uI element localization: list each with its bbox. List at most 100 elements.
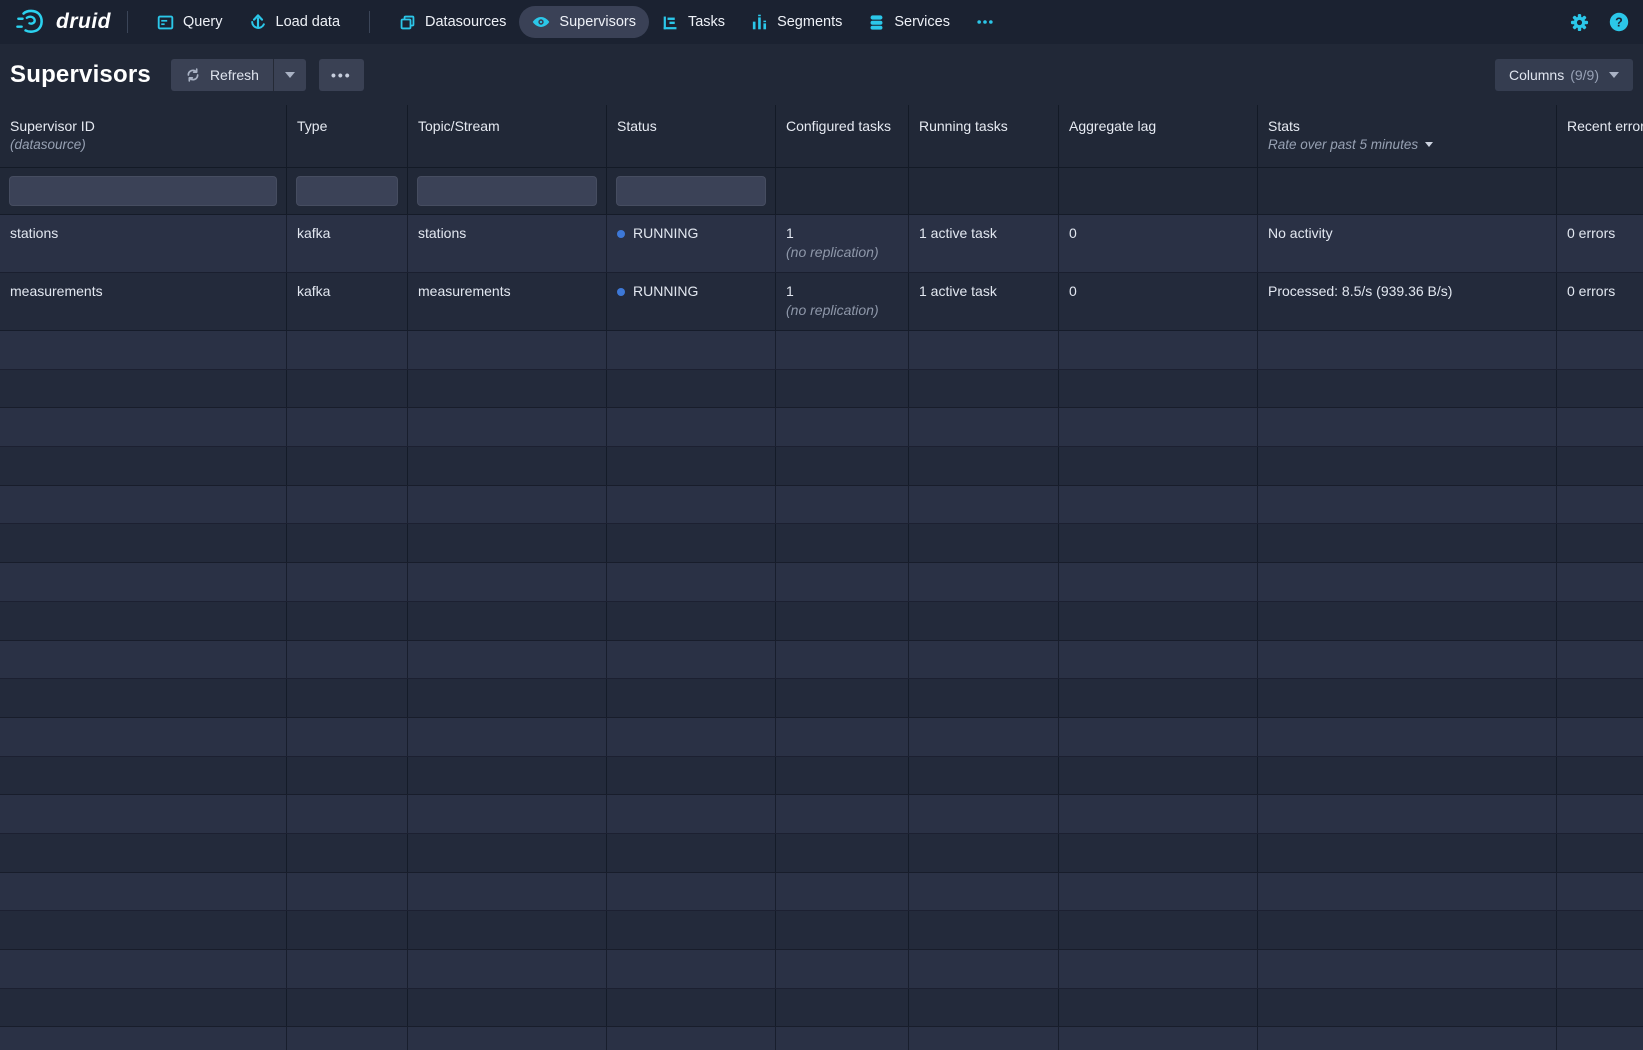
- help-button[interactable]: ?: [1609, 12, 1629, 32]
- column-header-running-tasks[interactable]: Running tasks: [909, 105, 1059, 167]
- column-header-recent-errors[interactable]: Recent errors: [1557, 105, 1643, 167]
- empty-cell: [0, 718, 287, 756]
- empty-cell: [408, 873, 607, 911]
- columns-dropdown[interactable]: Columns (9/9): [1495, 59, 1633, 91]
- empty-cell: [287, 873, 408, 911]
- column-header-topic-stream[interactable]: Topic/Stream: [408, 105, 607, 167]
- empty-cell: [776, 950, 909, 988]
- column-header-supervisor-id[interactable]: Supervisor ID (datasource): [0, 105, 287, 167]
- cell-recent-errors: 0 errors: [1557, 273, 1643, 330]
- empty-cell: [607, 447, 776, 485]
- empty-cell: [0, 1027, 287, 1050]
- empty-cell: [909, 641, 1059, 679]
- top-nav: druid Query Load data D: [0, 0, 1643, 44]
- cell-aggregate-lag: 0: [1059, 215, 1258, 272]
- empty-cell: [1557, 486, 1643, 524]
- settings-button[interactable]: [1570, 13, 1589, 32]
- empty-cell: [408, 911, 607, 949]
- empty-cell: [909, 563, 1059, 601]
- title-more-button[interactable]: •••: [319, 59, 364, 91]
- empty-cell: [408, 331, 607, 369]
- empty-cell: [776, 757, 909, 795]
- svg-text:?: ?: [1615, 15, 1623, 29]
- cell-running-tasks: 1 active task: [909, 215, 1059, 272]
- empty-cell: [776, 989, 909, 1027]
- nav-item-segments[interactable]: Segments: [738, 7, 855, 38]
- nav-item-load-data[interactable]: Load data: [236, 6, 354, 38]
- column-header-type[interactable]: Type: [287, 105, 408, 167]
- empty-cell: [1557, 718, 1643, 756]
- empty-cell: [1059, 911, 1258, 949]
- nav-item-label: Query: [183, 14, 223, 30]
- column-header-aggregate-lag[interactable]: Aggregate lag: [1059, 105, 1258, 167]
- refresh-label: Refresh: [210, 67, 259, 83]
- empty-cell: [1557, 757, 1643, 795]
- columns-count: (9/9): [1570, 67, 1599, 83]
- column-header-status[interactable]: Status: [607, 105, 776, 167]
- empty-cell: [0, 641, 287, 679]
- empty-cell: [1258, 718, 1557, 756]
- nav-item-supervisors[interactable]: Supervisors: [519, 6, 649, 38]
- nav-item-label: Datasources: [425, 14, 506, 30]
- table-row-measurements[interactable]: measurements kafka measurements RUNNING …: [0, 273, 1643, 331]
- empty-cell: [408, 950, 607, 988]
- filter-type-input[interactable]: [296, 176, 398, 206]
- table-row-empty: [0, 795, 1643, 834]
- nav-item-label: Load data: [276, 14, 341, 30]
- empty-cell: [0, 331, 287, 369]
- table-row-stations[interactable]: stations kafka stations RUNNING 1 (no re…: [0, 215, 1643, 273]
- brand[interactable]: druid: [14, 7, 111, 37]
- nav-more-button[interactable]: [963, 6, 1007, 38]
- view-control-bar: Supervisors Refresh ••• Columns (9/9): [0, 44, 1643, 105]
- chevron-down-icon: [1609, 72, 1619, 78]
- bar-chart-icon: [751, 14, 768, 31]
- empty-cell: [1557, 641, 1643, 679]
- empty-cell: [607, 950, 776, 988]
- column-header-stats[interactable]: Stats Rate over past 5 minutes: [1258, 105, 1557, 167]
- nav-item-query[interactable]: Query: [144, 7, 236, 38]
- empty-cell: [776, 563, 909, 601]
- empty-cell: [0, 486, 287, 524]
- empty-cell: [607, 486, 776, 524]
- empty-cell: [909, 524, 1059, 562]
- empty-cell: [1059, 679, 1258, 717]
- empty-cell: [1258, 1027, 1557, 1050]
- empty-cell: [607, 834, 776, 872]
- empty-cell: [776, 873, 909, 911]
- empty-cell: [1557, 370, 1643, 408]
- empty-cell: [1258, 911, 1557, 949]
- empty-cell: [408, 408, 607, 446]
- refresh-button[interactable]: Refresh: [171, 59, 273, 91]
- empty-cell: [1557, 679, 1643, 717]
- empty-cell: [287, 989, 408, 1027]
- filter-topic-stream-input[interactable]: [417, 176, 597, 206]
- nav-item-services[interactable]: Services: [855, 7, 963, 38]
- column-header-configured-tasks[interactable]: Configured tasks: [776, 105, 909, 167]
- empty-cell: [1059, 718, 1258, 756]
- empty-cell: [0, 795, 287, 833]
- table-row-empty: [0, 989, 1643, 1028]
- empty-cell: [1557, 911, 1643, 949]
- filter-supervisor-id-input[interactable]: [9, 176, 277, 206]
- empty-cell: [1059, 602, 1258, 640]
- refresh-interval-dropdown[interactable]: [273, 59, 306, 91]
- cell-status: RUNNING: [607, 273, 776, 330]
- empty-cell: [909, 602, 1059, 640]
- empty-cell: [0, 563, 287, 601]
- empty-cell: [607, 911, 776, 949]
- empty-cell: [776, 834, 909, 872]
- table-row-empty: [0, 563, 1643, 602]
- empty-cell: [1258, 370, 1557, 408]
- empty-cell: [909, 795, 1059, 833]
- table-row-empty: [0, 331, 1643, 370]
- stats-rate-dropdown[interactable]: Rate over past 5 minutes: [1268, 137, 1546, 152]
- table-row-empty: [0, 911, 1643, 950]
- empty-cell: [408, 834, 607, 872]
- brand-name: druid: [56, 10, 111, 34]
- empty-cell: [287, 602, 408, 640]
- empty-cell: [1059, 641, 1258, 679]
- cell-configured-tasks: 1 (no replication): [776, 273, 909, 330]
- nav-item-datasources[interactable]: Datasources: [386, 7, 519, 38]
- filter-status-input[interactable]: [616, 176, 766, 206]
- nav-item-tasks[interactable]: Tasks: [649, 7, 738, 38]
